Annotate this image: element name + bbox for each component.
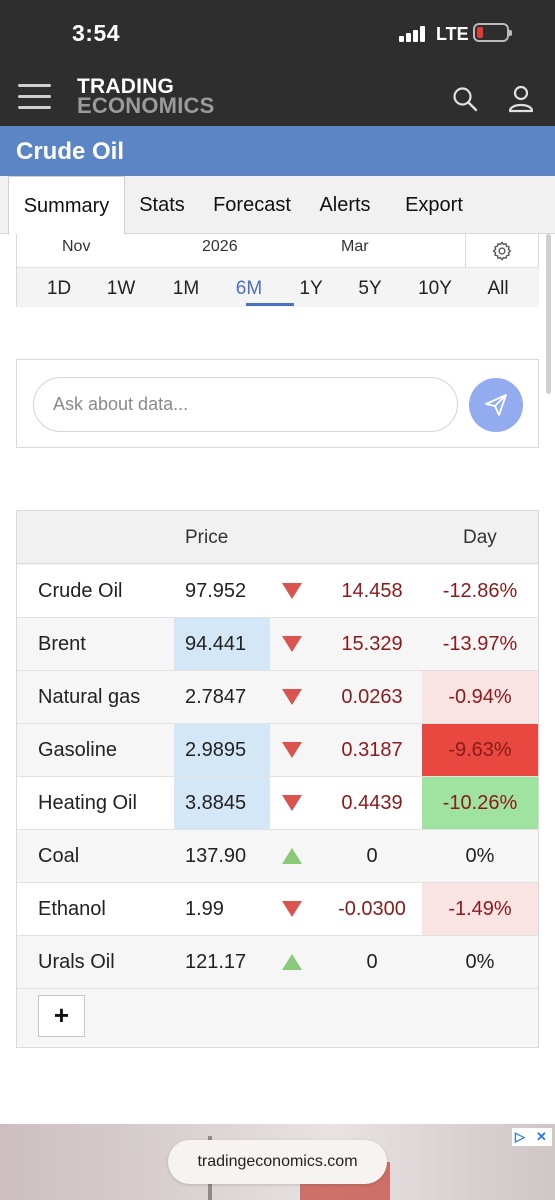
title-bar: Crude Oil [0, 126, 555, 176]
commodity-name[interactable]: Ethanol [38, 883, 106, 935]
price-value: 121.17 [185, 951, 247, 973]
commodity-name[interactable]: Brent [38, 618, 86, 670]
tab-summary[interactable]: Summary [8, 176, 125, 235]
change-value: 0.0263 [341, 686, 403, 708]
range-1w[interactable]: 1W [99, 278, 143, 300]
page-title: Crude Oil [16, 138, 125, 165]
price-value: 2.9895 [174, 724, 270, 776]
price-value: 3.8845 [174, 777, 270, 829]
range-1m[interactable]: 1M [164, 278, 208, 300]
arrow-down-icon [279, 671, 303, 723]
ask-panel [16, 359, 539, 448]
commodity-name[interactable]: Crude Oil [38, 565, 122, 617]
battery-icon [473, 23, 512, 42]
change-value: 0.3187 [341, 739, 403, 761]
table-row[interactable]: Natural gas 2.7847 0.0263 -0.94% [17, 671, 538, 724]
price-value: 97.952 [185, 580, 247, 602]
axis-label: 2026 [202, 238, 238, 255]
arrow-down-icon [279, 724, 303, 776]
table-header: Price Day [17, 511, 538, 564]
range-all[interactable]: All [476, 278, 520, 300]
send-button[interactable] [469, 378, 523, 432]
day-column-header: Day [463, 527, 497, 548]
commodity-name[interactable]: Heating Oil [38, 777, 137, 829]
change-value: -0.0300 [338, 898, 406, 920]
range-selector: 1D 1W 1M 6M 1Y 5Y 10Y All [17, 267, 539, 307]
percent-change: -9.63% [422, 724, 538, 776]
logo-line-2: ECONOMICS [77, 93, 215, 118]
arrow-down-icon [279, 777, 303, 829]
menu-icon[interactable] [18, 84, 51, 110]
percent-change: -0.94% [422, 671, 538, 723]
price-value: 1.99 [185, 898, 224, 920]
tab-forecast[interactable]: Forecast [206, 176, 298, 234]
percent-change: -1.49% [422, 883, 538, 935]
change-value: 14.458 [341, 580, 403, 602]
range-1y[interactable]: 1Y [289, 278, 333, 300]
table-row[interactable]: Ethanol 1.99 -0.0300 -1.49% [17, 883, 538, 936]
ask-input[interactable] [33, 377, 458, 432]
commodity-name[interactable]: Gasoline [38, 724, 117, 776]
chart-controls: Nov 2026 Mar 1D 1W 1M 6M 1Y 5Y 10Y All [16, 234, 539, 307]
app-header: TRADING ECONOMICS [0, 68, 555, 126]
commodities-table: Price Day Crude Oil 97.952 14.458 -12.86% Br… [16, 510, 539, 1048]
chart-axis: Nov 2026 Mar [17, 234, 465, 267]
percent-change: 0% [465, 845, 495, 867]
range-5y[interactable]: 5Y [348, 278, 392, 300]
commodity-name[interactable]: Coal [38, 830, 79, 882]
change-value: 0.4439 [341, 792, 403, 814]
active-range-indicator [246, 303, 294, 306]
tab-bar: Summary Stats Forecast Alerts Export [0, 176, 555, 235]
percent-change: 0% [465, 951, 495, 973]
percent-change: -10.26% [422, 777, 538, 829]
change-value: 15.329 [341, 633, 403, 655]
arrow-down-icon [279, 565, 303, 617]
ad-banner[interactable]: tradingeconomics.com ▷ ✕ [0, 1124, 555, 1200]
percent-change: -12.86% [442, 580, 518, 602]
range-6m[interactable]: 6M [227, 278, 271, 300]
arrow-up-icon [279, 936, 303, 988]
network-label: LTE [436, 24, 469, 44]
price-value: 94.441 [174, 618, 270, 670]
signal-icon [399, 26, 429, 42]
axis-label: Nov [62, 238, 91, 255]
add-row-button[interactable]: + [38, 995, 85, 1037]
tab-stats[interactable]: Stats [130, 176, 194, 234]
commodity-name[interactable]: Natural gas [38, 671, 140, 723]
arrow-down-icon [279, 883, 303, 935]
user-icon[interactable] [508, 85, 534, 113]
send-icon [485, 394, 507, 416]
table-row[interactable]: Coal 137.90 0 0% [17, 830, 538, 883]
logo[interactable]: TRADING ECONOMICS [77, 76, 215, 118]
change-value: 0 [366, 951, 378, 973]
range-10y[interactable]: 10Y [413, 278, 457, 300]
range-1d[interactable]: 1D [37, 278, 81, 300]
price-column-header: Price [185, 527, 229, 548]
tab-alerts[interactable]: Alerts [312, 176, 378, 234]
table-row[interactable]: Heating Oil 3.8845 0.4439 -10.26% [17, 777, 538, 830]
commodity-name[interactable]: Urals Oil [38, 936, 115, 988]
arrow-down-icon [279, 618, 303, 670]
table-row[interactable]: Urals Oil 121.17 0 0% [17, 936, 538, 989]
arrow-up-icon [279, 830, 303, 882]
search-icon[interactable] [452, 86, 478, 112]
status-time: 3:54 [72, 20, 121, 46]
chart-settings-button[interactable] [465, 234, 539, 267]
gear-icon [492, 241, 512, 261]
table-row[interactable]: Brent 94.441 15.329 -13.97% [17, 618, 538, 671]
price-value: 137.90 [185, 845, 247, 867]
axis-label: Mar [341, 238, 369, 255]
ad-choices-icon[interactable]: ▷ ✕ [512, 1128, 552, 1146]
ad-url-pill[interactable]: tradingeconomics.com [168, 1140, 387, 1184]
status-bar: 3:54 LTE [0, 0, 555, 68]
table-row[interactable]: Gasoline 2.9895 0.3187 -9.63% [17, 724, 538, 777]
table-row[interactable]: Crude Oil 97.952 14.458 -12.86% [17, 565, 538, 618]
change-value: 0 [366, 845, 378, 867]
price-value: 2.7847 [185, 686, 247, 708]
tab-export[interactable]: Export [396, 176, 472, 234]
scrollbar[interactable] [546, 234, 551, 394]
percent-change: -13.97% [442, 633, 518, 655]
